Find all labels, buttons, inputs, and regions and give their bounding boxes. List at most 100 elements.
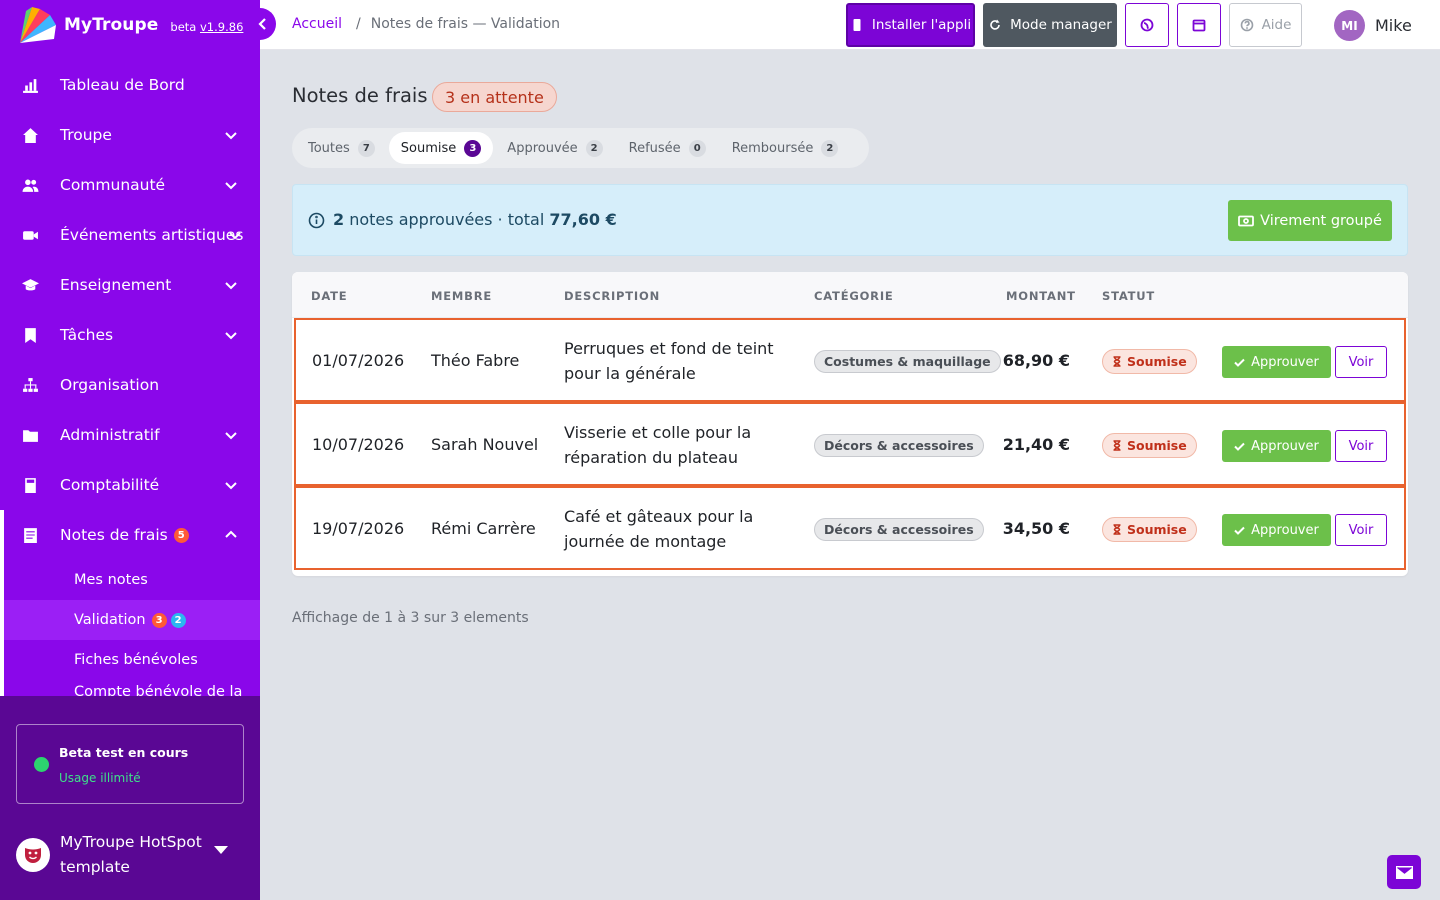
avatar: MI [1334, 10, 1365, 41]
beta-status-card: Beta test en cours Usage illimité [16, 724, 244, 804]
bulk-transfer-button[interactable]: Virement groupé [1228, 200, 1392, 241]
table-row[interactable]: 10/07/2026 Sarah Nouvel Visserie et coll… [294, 402, 1406, 486]
calculator-icon [20, 475, 40, 495]
chevron-down-icon[interactable] [224, 178, 238, 192]
sidebar-item-label: Administratif [60, 426, 160, 444]
info-icon [308, 212, 325, 229]
approve-button[interactable]: Approuver [1222, 430, 1331, 462]
sidebar-item-enseignement[interactable]: Enseignement [0, 260, 260, 310]
approved-summary-banner: 2 notes approuvées · total 77,60 € Virem… [292, 184, 1408, 256]
view-button[interactable]: Voir [1335, 346, 1387, 378]
row-description-line1: Visserie et colle pour la [564, 423, 752, 442]
sidebar-item-notes-de-frais[interactable]: Notes de frais 5 [0, 510, 260, 696]
approved-total: 77,60 € [549, 210, 617, 229]
sidebar-subitem-validation[interactable]: Validation 3 2 [0, 600, 260, 640]
calendar-button[interactable] [1177, 3, 1221, 47]
row-amount: 21,40 € [1002, 435, 1070, 454]
approve-label: Approuver [1251, 438, 1319, 454]
chevron-up-icon[interactable] [224, 528, 238, 542]
approve-button[interactable]: Approuver [1222, 514, 1331, 546]
breadcrumb-home-link[interactable]: Accueil [292, 16, 342, 32]
table-row[interactable]: 19/07/2026 Rémi Carrère Café et gâteaux … [294, 486, 1406, 570]
check-icon [1234, 442, 1245, 451]
beta-prefix: beta [170, 20, 200, 34]
sidebar-item-evenements-artistiques[interactable]: Événements artistiques [0, 210, 260, 260]
sidebar-item-communaute[interactable]: Communauté [0, 160, 260, 210]
contact-button[interactable] [1387, 855, 1421, 889]
tab-remboursee[interactable]: Remboursée 2 [720, 132, 851, 164]
column-header-amount[interactable]: MONTANT [1006, 289, 1076, 303]
folder-icon [20, 425, 40, 445]
theatre-mask-icon [16, 838, 50, 872]
org-chart-icon [20, 375, 40, 395]
users-icon [20, 175, 40, 195]
sidebar-item-troupe[interactable]: Troupe [0, 110, 260, 160]
beta-title: Beta test en cours [59, 745, 189, 760]
sidebar-subitem-fiches-benevoles[interactable]: Fiches bénévoles [0, 640, 260, 680]
brand[interactable]: MyTroupe beta v1.9.86 [0, 0, 260, 50]
row-member: Rémi Carrère [431, 519, 536, 538]
caret-down-icon[interactable] [214, 846, 228, 854]
chevron-down-icon[interactable] [224, 428, 238, 442]
bulk-transfer-label: Virement groupé [1260, 212, 1382, 229]
install-app-label: Installer l'appli [871, 17, 972, 33]
sidebar-item-comptabilite[interactable]: Comptabilité [0, 460, 260, 510]
tab-approuvee[interactable]: Approuvée 2 [495, 132, 614, 164]
version-link[interactable]: v1.9.86 [200, 20, 243, 34]
sidebar-item-taches[interactable]: Tâches [0, 310, 260, 360]
tab-soumise[interactable]: Soumise 3 [388, 132, 494, 164]
tab-count: 3 [464, 139, 482, 157]
expense-table: DATE MEMBRE DESCRIPTION CATÉGORIE MONTAN… [292, 272, 1408, 576]
tab-count: 7 [357, 139, 375, 157]
receipt-icon [20, 525, 40, 545]
breadcrumb-separator: / [356, 16, 361, 32]
sidebar-item-organisation[interactable]: Organisation [0, 360, 260, 410]
refresh-icon [990, 19, 1000, 30]
chevron-down-icon[interactable] [228, 228, 242, 242]
approve-button[interactable]: Approuver [1222, 346, 1331, 378]
user-menu[interactable]: MI Mike [1334, 10, 1412, 41]
help-label: Aide [1261, 17, 1292, 33]
row-amount: 68,90 € [1002, 351, 1070, 370]
column-header-description[interactable]: DESCRIPTION [564, 289, 660, 303]
row-date: 01/07/2026 [312, 351, 405, 370]
language-button[interactable] [1125, 3, 1169, 47]
tab-count: 0 [688, 139, 706, 157]
column-header-status[interactable]: STATUT [1102, 289, 1155, 303]
chevron-down-icon[interactable] [224, 278, 238, 292]
column-header-date[interactable]: DATE [311, 289, 347, 303]
chevron-down-icon[interactable] [224, 478, 238, 492]
tab-count: 2 [585, 139, 603, 157]
pending-count-badge: 3 en attente [432, 82, 557, 112]
tab-count: 2 [821, 139, 839, 157]
sidebar-item-tableau-de-bord[interactable]: Tableau de Bord [0, 60, 260, 110]
sidebar-subitem-label: Compte bénévole de la troupe [74, 684, 243, 696]
sidebar-item-administratif[interactable]: Administratif [0, 410, 260, 460]
column-header-member[interactable]: MEMBRE [431, 289, 492, 303]
sidebar-subitem-mes-notes[interactable]: Mes notes [0, 560, 260, 600]
page-title: Notes de frais [292, 84, 428, 107]
table-row[interactable]: 01/07/2026 Théo Fabre Perruques et fond … [294, 318, 1406, 402]
brand-version[interactable]: beta v1.9.86 [170, 20, 243, 34]
sidebar-item-label: Troupe [60, 126, 112, 144]
sidebar-item-label: Notes de frais [60, 526, 168, 544]
tab-refusee[interactable]: Refusée 0 [617, 132, 718, 164]
organization-switcher[interactable]: MyTroupe HotSpot template [16, 830, 210, 880]
envelope-icon [1395, 865, 1413, 879]
sidebar-subitem-compte-benevole[interactable]: Compte bénévole de la troupe [0, 680, 260, 696]
help-button[interactable]: Aide [1229, 3, 1302, 47]
view-button[interactable]: Voir [1335, 430, 1387, 462]
hourglass-icon [1113, 356, 1121, 367]
category-badge: Costumes & maquillage [814, 350, 1001, 373]
manager-mode-button[interactable]: Mode manager [983, 3, 1117, 47]
chevron-down-icon[interactable] [224, 328, 238, 342]
status-badge: Soumise [1102, 433, 1197, 458]
video-icon [20, 225, 40, 245]
globe-icon [1140, 18, 1154, 32]
column-header-category[interactable]: CATÉGORIE [814, 289, 894, 303]
install-app-button[interactable]: Installer l'appli [846, 3, 975, 47]
chevron-down-icon[interactable] [224, 128, 238, 142]
table-header: DATE MEMBRE DESCRIPTION CATÉGORIE MONTAN… [292, 272, 1408, 318]
tab-toutes[interactable]: Toutes 7 [296, 132, 387, 164]
view-button[interactable]: Voir [1335, 514, 1387, 546]
